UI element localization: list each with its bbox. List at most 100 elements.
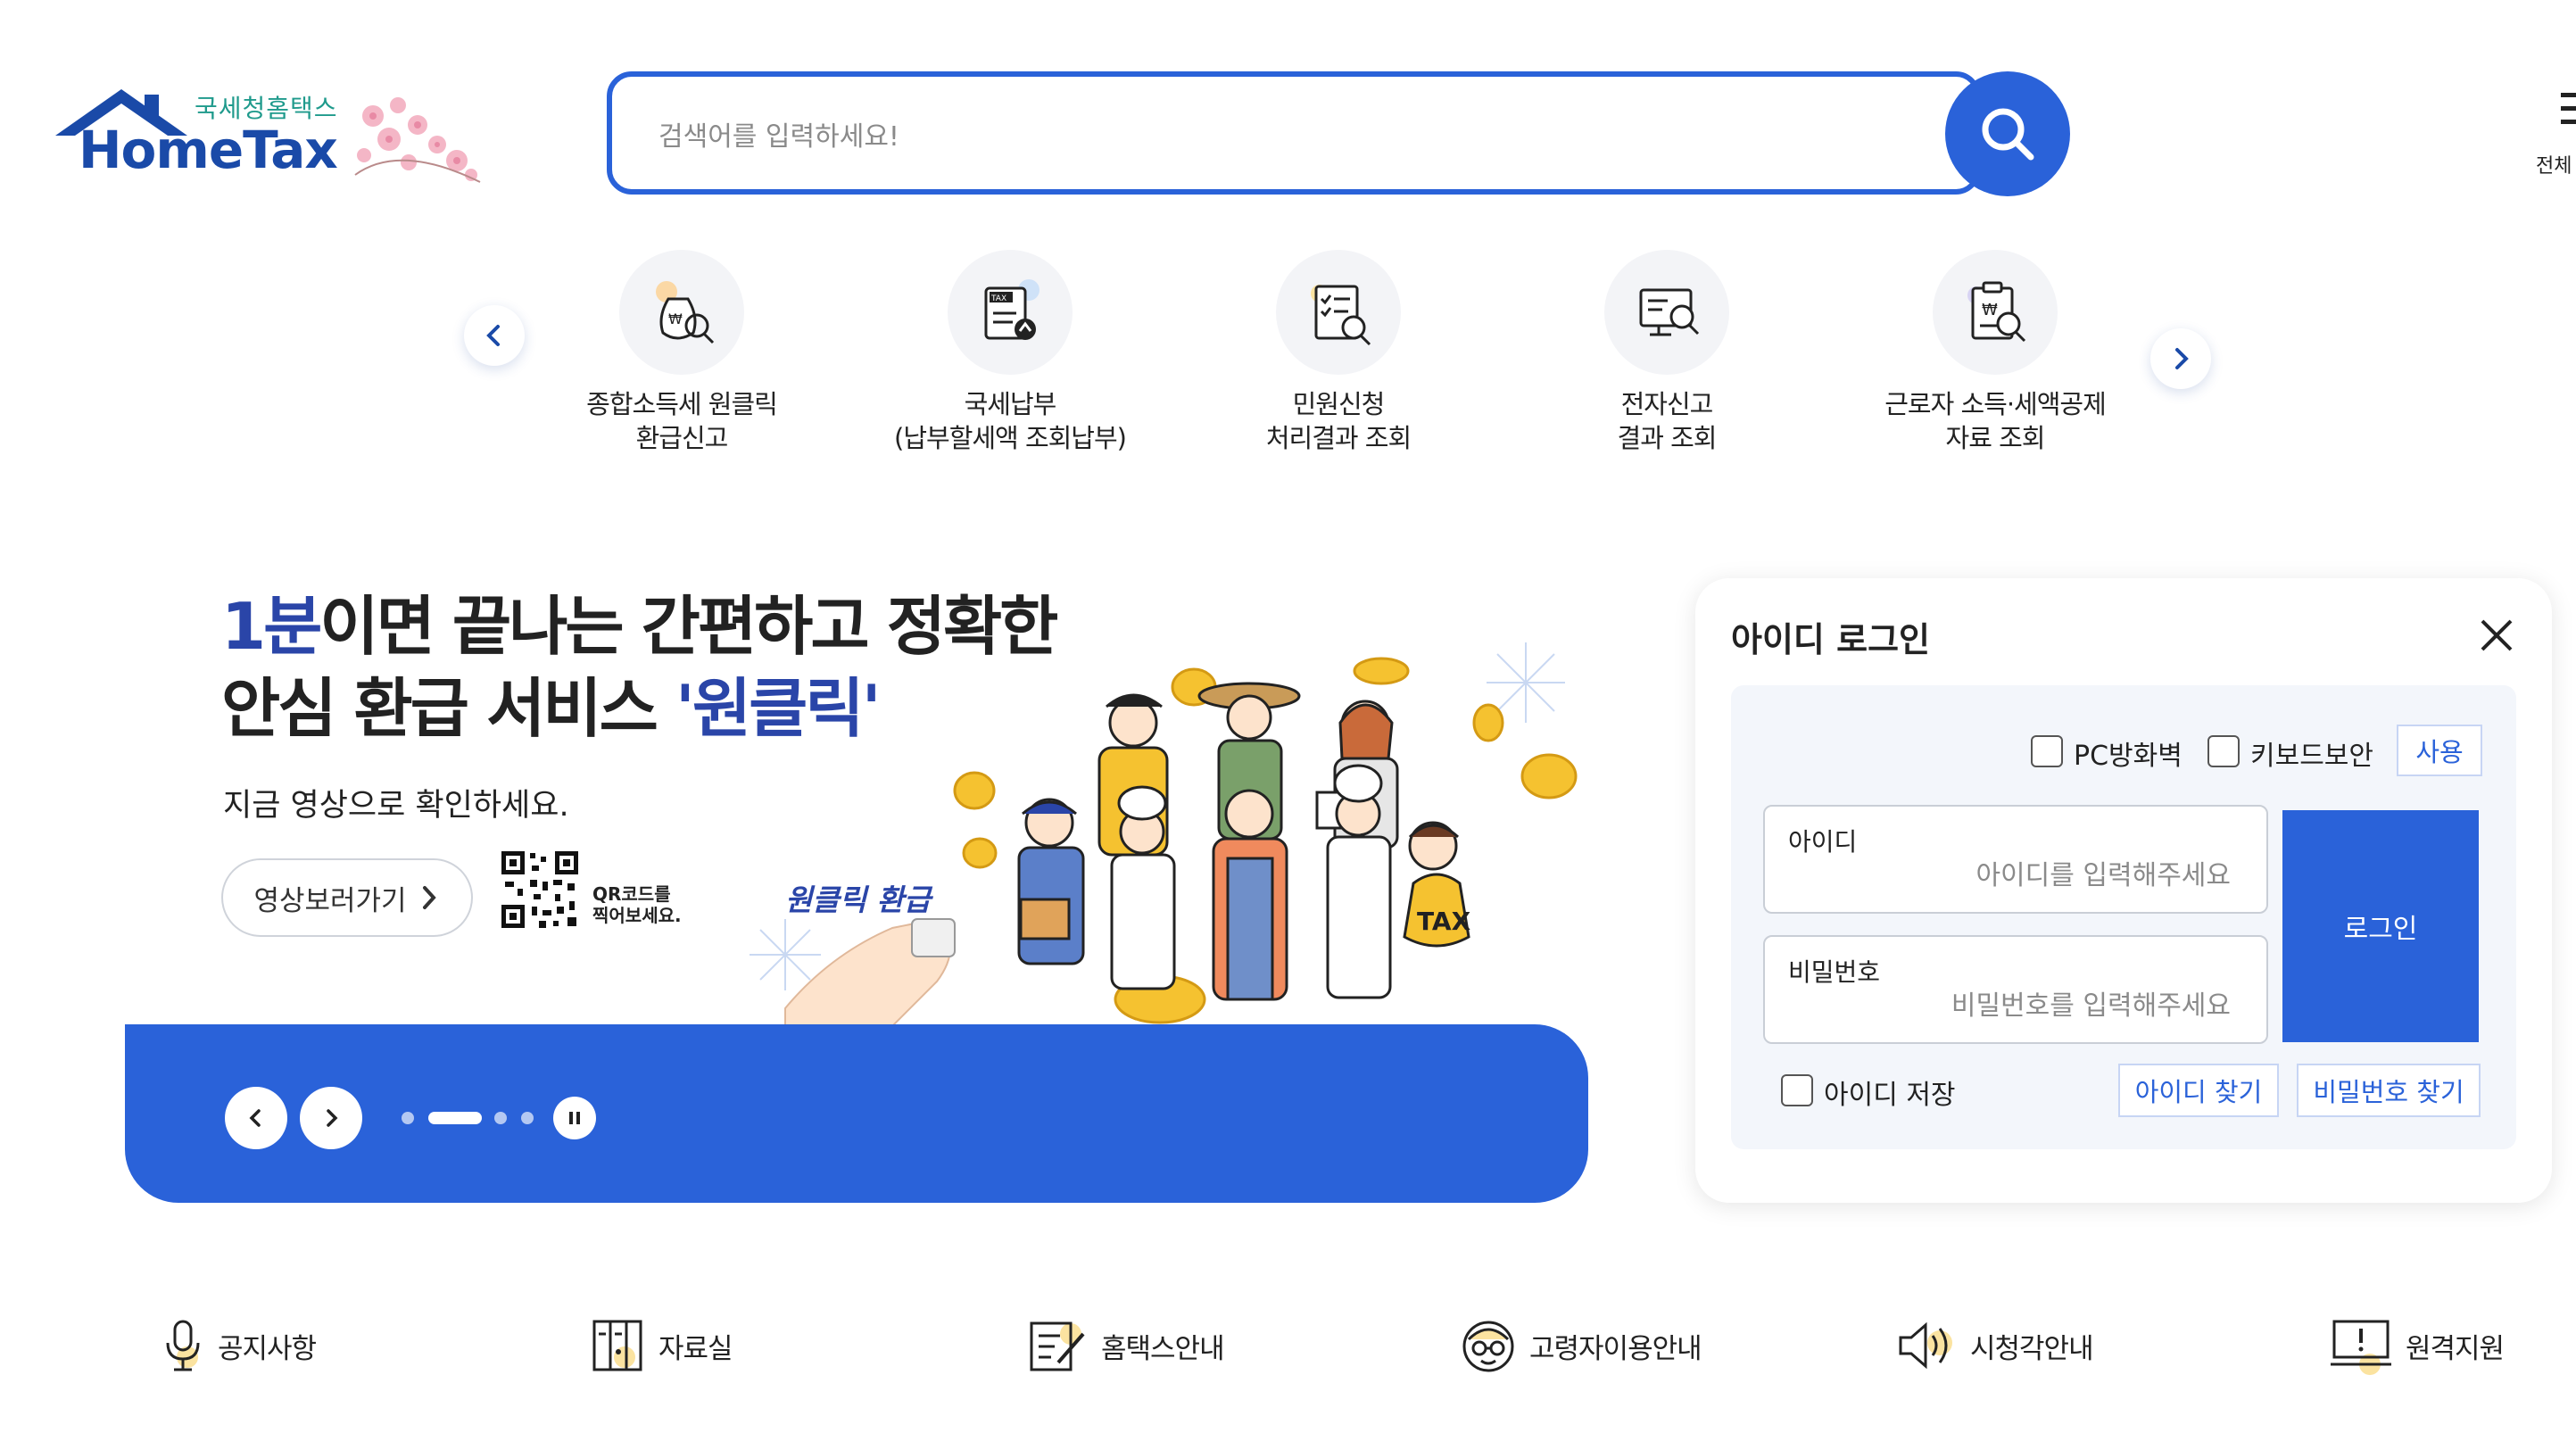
banner-page-dot[interactable]: [521, 1112, 534, 1124]
pc-firewall-checkbox[interactable]: [2031, 735, 2063, 767]
bottom-nav-label: 홈택스안내: [1101, 1332, 1225, 1365]
banner-next-button[interactable]: [300, 1087, 362, 1149]
chevron-left-icon: [486, 325, 500, 346]
bottom-nav-label: 자료실: [658, 1332, 733, 1365]
login-button[interactable]: 로그인: [2282, 810, 2479, 1042]
quick-item-label: 근로자 소득·세액공제: [1884, 389, 2107, 419]
quick-menu-prev-button[interactable]: [464, 305, 525, 366]
quick-menu-next-button[interactable]: [2150, 328, 2211, 389]
document-search-icon: [1311, 285, 1371, 346]
speaker-icon: [1899, 1321, 1952, 1370]
security-use-button[interactable]: 사용: [2397, 725, 2482, 776]
banner-page-dot[interactable]: [402, 1112, 414, 1124]
cherry-blossom-icon: [354, 97, 481, 183]
logo-english-text: HomeTax: [79, 120, 338, 180]
document-pen-icon: [1030, 1321, 1085, 1371]
hamburger-icon: [2561, 93, 2576, 124]
tax-bag-label: TAX: [1417, 907, 1471, 936]
remote-support-icon: [2331, 1320, 2391, 1375]
keyboard-security-label: 키보드보안: [2250, 741, 2373, 772]
microphone-icon: [166, 1320, 200, 1371]
quick-item-label: 자료 조회: [1945, 423, 2046, 453]
find-password-button[interactable]: 비밀번호 찾기: [2297, 1064, 2481, 1117]
banner-subtitle: 지금 영상으로 확인하세요.: [223, 788, 569, 824]
qr-code-icon: [498, 848, 582, 932]
bottom-nav-label: 시청각안내: [1970, 1332, 2094, 1365]
quick-item-e-filing-result[interactable]: 전자신고 결과 조회: [1533, 250, 1801, 455]
hometax-logo[interactable]: 국세청홈택스 HomeTax: [52, 86, 489, 193]
quick-item-oneclick-refund[interactable]: ₩ 종합소득세 원클릭 환급신고: [548, 250, 816, 455]
chevron-right-icon: [2175, 348, 2189, 369]
search-icon: [1982, 108, 2034, 161]
search-input[interactable]: [657, 111, 1820, 162]
banner-illustration: TAX: [750, 642, 1578, 1026]
bottom-nav-label: 원격지원: [2406, 1332, 2505, 1365]
password-field[interactable]: 비밀번호: [1763, 935, 2268, 1044]
watch-video-label: 영상보러가기: [253, 884, 407, 917]
id-input[interactable]: [1801, 857, 2232, 894]
elderly-icon: [1462, 1321, 1514, 1372]
quick-item-label: 종합소득세 원클릭: [586, 389, 778, 419]
login-title: 아이디 로그인: [1731, 620, 1930, 659]
banner-page-dot[interactable]: [494, 1112, 507, 1124]
qr-text-line2: 찍어보세요.: [592, 905, 682, 926]
qr-code-text: QR코드를 찍어보세요.: [592, 883, 682, 926]
password-input[interactable]: [1801, 987, 2232, 1024]
quick-item-label: 처리결과 조회: [1265, 423, 1412, 453]
bottom-nav-label: 고령자이용안내: [1529, 1332, 1702, 1365]
qr-text-line1: QR코드를: [592, 883, 671, 905]
tax-payment-icon: TAX: [984, 279, 1040, 340]
banner-pause-button[interactable]: [553, 1097, 596, 1139]
bottom-nav-hometax-guide[interactable]: 홈택스안내: [1026, 1310, 1225, 1381]
bottom-nav-notice[interactable]: 공지사항: [161, 1310, 317, 1381]
save-id-checkbox[interactable]: [1781, 1074, 1813, 1106]
login-close-button[interactable]: [2472, 610, 2522, 660]
banner-title-line2: 안심 환급 서비스: [221, 671, 675, 746]
id-label: 아이디: [1788, 827, 1858, 857]
save-id-label: 아이디 저장: [1824, 1080, 1956, 1111]
svg-text:₩: ₩: [668, 311, 683, 327]
password-label: 비밀번호: [1788, 957, 1881, 987]
all-menu-button[interactable]: 전체: [2525, 86, 2576, 184]
bottom-nav-elderly-guide[interactable]: 고령자이용안내: [1460, 1310, 1702, 1381]
keyboard-security-checkbox[interactable]: [2207, 735, 2240, 767]
pause-icon: [569, 1112, 580, 1124]
bottom-nav-label: 공지사항: [218, 1332, 317, 1365]
monitor-search-icon: [1639, 288, 1700, 336]
bottom-nav-archive[interactable]: 자료실: [589, 1310, 733, 1381]
search-box: [607, 71, 1981, 195]
login-form: PC방화벽 키보드보안 사용 아이디 비밀번호 로그인 아이디 저장 아이디 찾…: [1731, 685, 2516, 1149]
bottom-nav-audiovisual-guide[interactable]: 시청각안내: [1895, 1310, 2094, 1381]
chevron-right-icon: [327, 1109, 338, 1127]
quick-item-civil-petition[interactable]: 민원신청 처리결과 조회: [1205, 250, 1472, 455]
quick-item-label: (납부할세액 조회납부): [894, 423, 1127, 453]
banner-prev-button[interactable]: [225, 1087, 287, 1149]
banner-page-dot-active[interactable]: [428, 1112, 482, 1124]
all-menu-label: 전체: [2536, 155, 2572, 178]
quick-item-label: 국세납부: [964, 389, 1057, 419]
quick-item-worker-deduction[interactable]: ₩ 근로자 소득·세액공제 자료 조회: [1861, 250, 2129, 455]
chevron-left-icon: [249, 1109, 261, 1127]
quick-item-label: 결과 조회: [1617, 423, 1718, 453]
svg-text:TAX: TAX: [990, 294, 1006, 303]
oneclick-refund-tag: 원클릭 환급: [785, 882, 932, 917]
quick-item-tax-payment[interactable]: TAX 국세납부 (납부할세액 조회납부): [876, 250, 1144, 455]
quick-item-label: 민원신청: [1292, 389, 1386, 419]
find-id-button[interactable]: 아이디 찾기: [2118, 1064, 2279, 1117]
watch-video-button[interactable]: 영상보러가기: [221, 858, 473, 937]
quick-item-label: 환급신고: [635, 423, 729, 453]
close-icon: [2481, 619, 2513, 651]
banner-control-bar: [125, 1024, 1588, 1203]
chevron-right-icon: [422, 886, 436, 909]
clipboard-search-icon: ₩: [1967, 281, 2026, 343]
pc-firewall-label: PC방화벽: [2074, 741, 2183, 772]
svg-text:₩: ₩: [1982, 301, 1998, 319]
quick-item-label: 전자신고: [1620, 389, 1714, 419]
bottom-nav-remote-support[interactable]: 원격지원: [2329, 1310, 2505, 1381]
banner-title-highlight: 1분: [221, 589, 322, 664]
login-panel: 아이디 로그인 PC방화벽 키보드보안 사용 아이디 비밀번호 로그인 아이디 …: [1695, 578, 2552, 1203]
search-button[interactable]: [1945, 71, 2070, 196]
id-field[interactable]: 아이디: [1763, 805, 2268, 914]
money-bag-icon: ₩: [656, 281, 715, 344]
binder-icon: [592, 1320, 642, 1371]
